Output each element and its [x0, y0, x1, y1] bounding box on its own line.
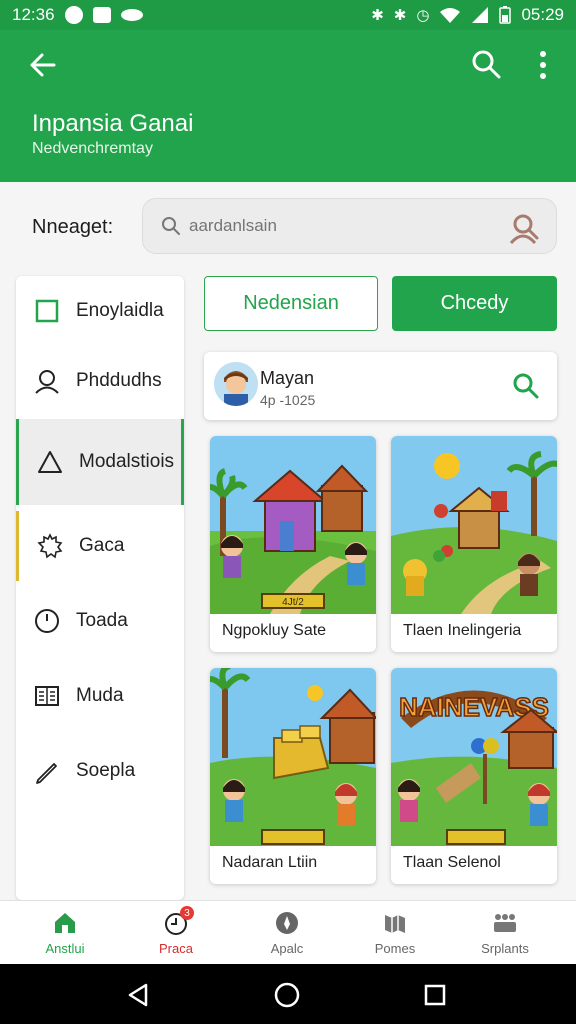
page-title: Inpansia Ganai: [32, 110, 194, 137]
user-name: Mayan: [260, 368, 315, 388]
card-caption: Tlaan Selenol: [403, 854, 501, 871]
sidebar-item-2[interactable]: Modalstiois: [16, 419, 184, 505]
nav-label: Praca: [159, 941, 193, 956]
compass-icon: [276, 912, 298, 934]
sidebar: Enoylaidla Phddudhs Modalstiois Gaca Toa…: [16, 276, 184, 900]
sidebar-item-3[interactable]: Gaca: [16, 511, 184, 581]
status-time: 12:36: [12, 5, 55, 24]
signal-icon: [472, 7, 489, 23]
card-caption: Nadaran Ltiin: [222, 854, 318, 871]
sidebar-item-label: Muda: [76, 685, 124, 706]
user-card[interactable]: Mayan 4p -1025: [204, 352, 557, 420]
card-caption: Ngpokluy Sate: [222, 622, 327, 639]
home-icon: [55, 913, 75, 933]
clock-icon: [35, 609, 59, 633]
sidebar-item-label: Modalstiois: [79, 451, 175, 472]
back-arrow-icon[interactable]: [26, 48, 60, 82]
pencil-icon: [36, 763, 57, 784]
app-bar: Inpansia Ganai Nedvenchremtay: [0, 30, 576, 182]
page-subtitle: Nedvenchremtay: [32, 140, 153, 157]
game-thumbnail: [210, 668, 376, 846]
sidebar-item-label: Toada: [76, 610, 128, 631]
eye-icon: [120, 9, 143, 21]
search-small-icon: [162, 217, 180, 235]
wifi-icon: [440, 8, 461, 23]
nav-label: Srplants: [481, 941, 529, 956]
system-navigation-bar: [0, 964, 576, 1024]
notification-badge: 3: [180, 906, 194, 920]
nav-label: Anstlui: [45, 941, 85, 956]
nav-item-home[interactable]: Anstlui: [10, 911, 120, 961]
sidebar-item-label: Soepla: [76, 760, 136, 781]
sidebar-item-6[interactable]: Soepla: [16, 736, 184, 806]
sidebar-item-label: Enoylaidla: [76, 300, 164, 321]
battery-time: 05:29: [521, 5, 564, 24]
nav-item-map[interactable]: Pomes: [340, 911, 450, 961]
sidebar-item-1[interactable]: Phddudhs: [16, 346, 184, 416]
bottom-nav: Anstlui 3 Praca Apalc Pomes Srplants: [0, 900, 576, 964]
book-icon: [35, 686, 59, 706]
game-thumbnail: [391, 436, 557, 614]
game-card[interactable]: 4Jt/2 Ngpokluy Sate: [210, 436, 376, 652]
sign-text: 4Jt/2: [282, 597, 304, 608]
sidebar-item-4[interactable]: Toada: [16, 586, 184, 656]
home-circle-icon[interactable]: [274, 982, 300, 1008]
battery-icon: [499, 6, 512, 24]
map-icon: [385, 915, 405, 933]
back-triangle-icon[interactable]: [126, 983, 150, 1007]
search-row: Nneaget:: [0, 182, 576, 272]
status-bar: 12:36 ✱ ✱ ◷ 05:29: [0, 0, 576, 30]
sidebar-item-0[interactable]: Enoylaidla: [16, 276, 184, 346]
nav-item-alarm[interactable]: 3 Praca: [121, 906, 231, 961]
alarm-icon: 3: [164, 906, 194, 935]
sidebar-item-5[interactable]: Muda: [16, 661, 184, 731]
gear-icon: [37, 533, 63, 559]
user-code: 4p -1025: [260, 392, 316, 408]
square-icon: [35, 299, 59, 323]
nav-item-group[interactable]: Srplants: [450, 911, 560, 961]
bluetooth-icon: ✱: [371, 7, 384, 24]
nav-label: Pomes: [374, 941, 416, 956]
person-icon: [35, 370, 59, 394]
alarm-status-icon: ◷: [416, 7, 430, 24]
search-input[interactable]: [189, 212, 489, 240]
game-card[interactable]: Nadaran Ltiin: [210, 668, 376, 884]
more-vert-icon[interactable]: [530, 48, 556, 82]
triangle-icon: [38, 451, 62, 473]
tab-outline-button[interactable]: Nedensian: [204, 276, 378, 331]
sidebar-item-label: Phddudhs: [76, 370, 162, 391]
game-card[interactable]: NAINEVASS Tlaan Selenol: [391, 668, 557, 884]
card-caption: Tlaen Inelingeria: [403, 622, 522, 639]
search-icon[interactable]: [512, 372, 540, 400]
game-thumbnail: 4Jt/2: [210, 436, 376, 614]
vibrate-icon: ✱: [393, 7, 407, 24]
search-icon[interactable]: [470, 48, 502, 80]
nav-item-compass[interactable]: Apalc: [232, 911, 342, 961]
nav-label: Apalc: [270, 941, 304, 956]
group-icon: [494, 914, 516, 932]
recents-square-icon[interactable]: [424, 984, 446, 1006]
sidebar-item-label: Gaca: [79, 535, 125, 556]
avatar: [214, 362, 258, 406]
search-box[interactable]: [142, 198, 557, 254]
search-label: Nneaget:: [32, 216, 114, 238]
game-thumbnail: NAINEVASS: [391, 668, 557, 846]
tab-filled-button[interactable]: Chcedy: [392, 276, 557, 331]
sync-icon: [64, 6, 83, 24]
game-card[interactable]: Tlaen Inelingeria: [391, 436, 557, 652]
gallery-icon: [92, 7, 111, 23]
user-search-icon[interactable]: [507, 211, 541, 245]
